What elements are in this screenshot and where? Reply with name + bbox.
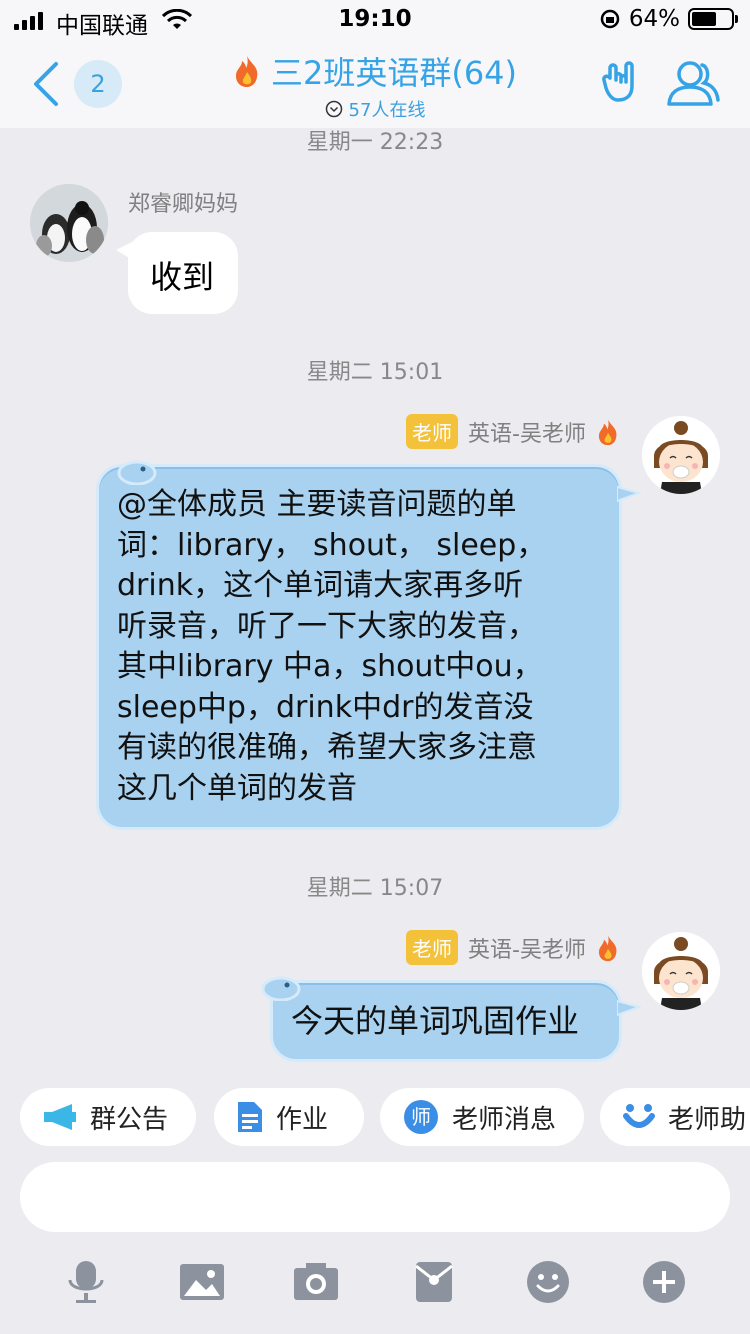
camera-icon[interactable]	[294, 1260, 338, 1304]
teacher-tag: 老师	[406, 930, 459, 965]
document-icon	[236, 1100, 264, 1134]
penguin-avatar-image	[30, 184, 108, 262]
red-packet-icon[interactable]	[412, 1260, 456, 1304]
image-icon[interactable]	[180, 1260, 224, 1304]
teacher-messages-button[interactable]: 师 老师消息	[380, 1088, 584, 1146]
battery-icon	[688, 8, 738, 30]
bubble-decoration-icon	[261, 976, 301, 1001]
chevron-down-circle-icon	[325, 100, 342, 118]
rotation-lock-icon	[600, 9, 620, 29]
message-input[interactable]	[20, 1162, 730, 1232]
teacher-icon-char: 师	[411, 1105, 431, 1129]
chat-header: 2 三2班英语群(64) 57人在线	[0, 40, 750, 128]
online-count: 57人在线	[160, 96, 590, 122]
emoji-icon[interactable]	[526, 1260, 570, 1304]
sender-name: 郑睿卿妈妈	[128, 192, 239, 217]
group-title: 三2班英语群(64)	[270, 54, 518, 92]
back-icon[interactable]	[28, 60, 68, 108]
teacher-assistant-label: 老师助	[668, 1104, 747, 1135]
megaphone-icon	[42, 1102, 78, 1132]
message-text: 今天的单词巩固作业	[291, 1002, 580, 1040]
group-notice-button[interactable]: 群公告	[20, 1088, 196, 1146]
teacher-icon: 师	[402, 1098, 440, 1136]
group-members-icon[interactable]	[664, 58, 722, 108]
message-bubble[interactable]: @全体成员 主要读音问题的单 词：library， shout， sleep， …	[96, 460, 641, 830]
online-label: 57人在线	[348, 100, 426, 121]
teacher-messages-label: 老师消息	[452, 1104, 557, 1135]
avatar[interactable]	[30, 184, 108, 262]
sender-name: 英语-吴老师	[468, 421, 586, 447]
group-notice-label: 群公告	[90, 1104, 169, 1135]
message-text: 收到	[150, 258, 215, 296]
microphone-icon[interactable]	[64, 1260, 108, 1304]
message-timestamp: 星期二 15:07	[306, 876, 444, 901]
battery-percent: 64%	[628, 6, 680, 32]
fire-icon	[598, 935, 617, 961]
avatar[interactable]	[642, 416, 720, 494]
sender-name: 英语-吴老师	[468, 937, 586, 963]
assistant-icon	[622, 1100, 656, 1134]
avatar[interactable]	[642, 932, 720, 1010]
message-text: @全体成员 主要读音问题的单 词：library， shout， sleep， …	[117, 487, 547, 806]
message-timestamp: 星期二 15:01	[306, 360, 444, 385]
homework-button[interactable]: 作业	[214, 1088, 364, 1146]
message-timestamp: 星期一 22:23	[306, 130, 444, 155]
cartoon-girl-avatar-image	[642, 932, 720, 1010]
plus-icon[interactable]	[642, 1260, 686, 1304]
teacher-assistant-button[interactable]: 老师助	[600, 1088, 750, 1146]
cartoon-girl-avatar-image	[642, 416, 720, 494]
bubble-tail	[617, 485, 641, 503]
fire-icon	[598, 419, 617, 445]
status-bar: 中国联通 19:10 64%	[0, 0, 750, 40]
message-bubble[interactable]: 今天的单词巩固作业	[261, 976, 641, 1062]
fire-icon	[235, 56, 258, 87]
rock-hand-icon[interactable]	[602, 58, 644, 106]
teacher-tag: 老师	[406, 414, 459, 449]
homework-label: 作业	[276, 1104, 329, 1135]
message-bubble[interactable]: 收到	[128, 232, 238, 314]
bubble-decoration-icon	[117, 460, 157, 485]
group-title-button[interactable]: 三2班英语群(64)	[233, 48, 517, 94]
bubble-tail	[617, 999, 641, 1017]
unread-badge[interactable]: 2	[74, 60, 122, 108]
